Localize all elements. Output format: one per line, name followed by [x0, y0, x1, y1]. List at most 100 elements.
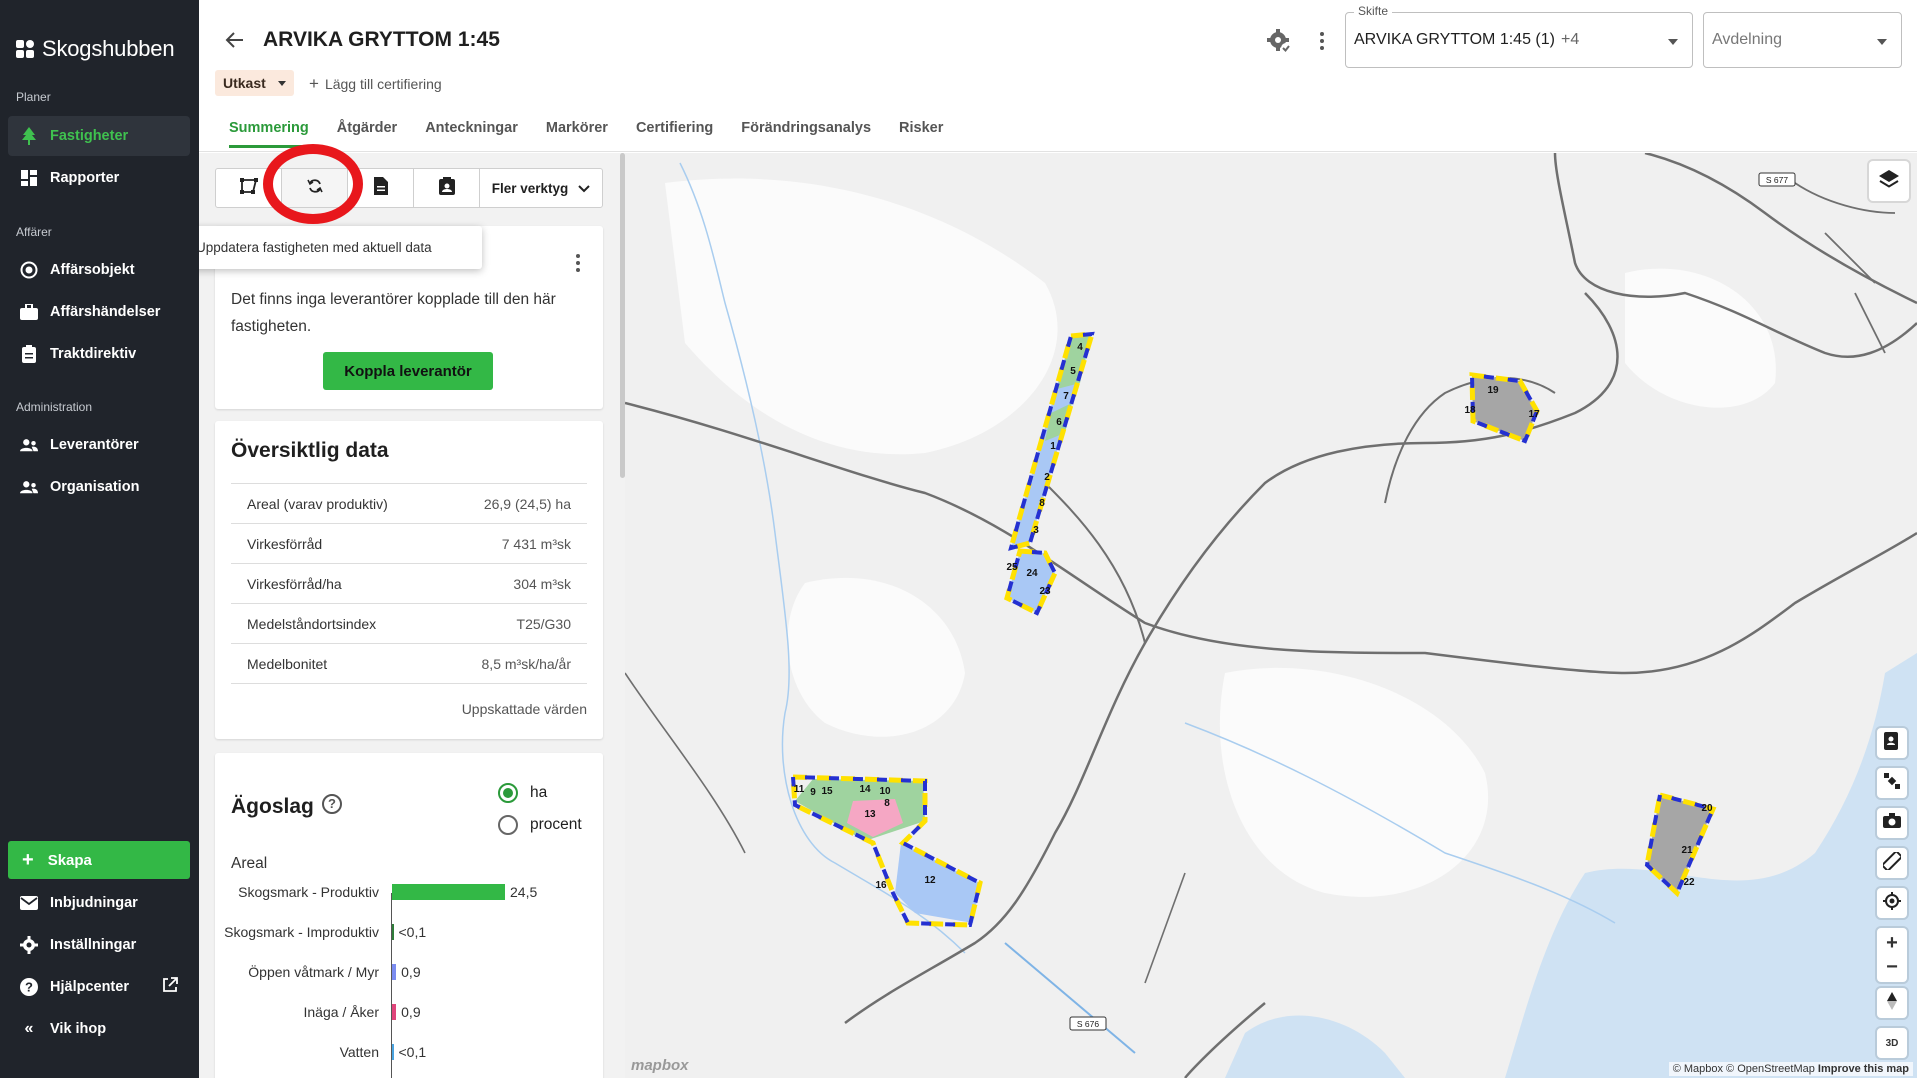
stand-number-label: 25 [1006, 562, 1018, 573]
more-vert-icon[interactable] [575, 254, 581, 272]
help-circle-icon[interactable]: ? [322, 794, 342, 814]
bar-row: Vatten <0,1 [215, 1042, 603, 1062]
stand-number-label: 24 [1026, 568, 1038, 579]
sidebar-item-leverantorer[interactable]: Leverantörer [8, 425, 190, 465]
road-label: S 677 [1766, 175, 1788, 185]
unit-radio-ha[interactable]: ha [498, 783, 547, 803]
sidebar-item-traktdirektiv[interactable]: Traktdirektiv [8, 334, 190, 374]
brand-name: Skogshubben [42, 36, 175, 61]
external-link-icon [162, 977, 178, 997]
plus-icon: + [309, 74, 319, 93]
map-attribution: © Mapbox © OpenStreetMap Improve this ma… [1668, 1062, 1913, 1076]
stand-number-label: 6 [1056, 417, 1062, 428]
map-view[interactable]: S 677 S 676 4 5 7 6 1 2 8 3 25 24 23 19 … [625, 153, 1917, 1078]
camera-icon [1883, 813, 1901, 833]
stand-number-label: 2 [1044, 472, 1050, 483]
sidebar-item-installningar[interactable]: Inställningar [8, 925, 190, 965]
sidebar-item-label: Inställningar [50, 937, 137, 953]
map-screenshot-button[interactable] [1877, 808, 1907, 838]
row-label: Areal (varav produktiv) [247, 495, 388, 512]
plus-icon: + [22, 849, 34, 871]
tab-atgarder[interactable]: Åtgärder [323, 114, 411, 148]
tab-summering[interactable]: Summering [215, 114, 323, 148]
road-label: S 676 [1077, 1019, 1099, 1029]
gear-icon [20, 936, 38, 954]
zoom-in-button[interactable]: + [1886, 932, 1898, 954]
section-label-affarer: Affärer [16, 225, 52, 239]
connect-supplier-button[interactable]: Koppla leverantör [323, 352, 493, 390]
brand[interactable]: Skogshubben [16, 34, 175, 64]
table-row: Medelbonitet 8,5 m³sk/ha/år [231, 644, 587, 684]
map-compass-button[interactable] [1877, 988, 1907, 1018]
row-label: Virkesförråd [247, 535, 323, 552]
bar-row: Skogsmark - Improduktiv <0,1 [215, 922, 603, 942]
sidebar-item-inbjudningar[interactable]: Inbjudningar [8, 883, 190, 923]
tab-markorer[interactable]: Markörer [532, 114, 622, 148]
map-locate-button[interactable] [1877, 888, 1907, 918]
sidebar-item-rapporter[interactable]: Rapporter [8, 158, 190, 198]
table-row: Virkesförråd/ha 304 m³sk [231, 564, 587, 604]
create-button[interactable]: + Skapa [8, 841, 190, 879]
stand-number-label: 22 [1683, 877, 1695, 888]
section-label-administration: Administration [16, 400, 93, 414]
improve-map-link[interactable]: Improve this map [1818, 1063, 1909, 1075]
map-contacts-button[interactable] [1877, 728, 1907, 758]
sidebar-item-organisation[interactable]: Organisation [8, 467, 190, 507]
layers-icon [1878, 168, 1900, 195]
bar [392, 1044, 394, 1060]
map-measure-button[interactable] [1877, 848, 1907, 878]
dashboard-icon [20, 169, 38, 187]
attribution-text[interactable]: © Mapbox © OpenStreetMap [1673, 1063, 1815, 1075]
page-header: ARVIKA GRYTTOM 1:45 Utkast + Lägg till c… [199, 0, 1917, 152]
bar-category-label: Inäga / Åker [303, 1004, 380, 1020]
skifte-select[interactable]: Skifte ARVIKA GRYTTOM 1:45 (1) +4 [1345, 4, 1693, 68]
table-row: Areal (varav produktiv) 26,9 (24,5) ha [231, 484, 587, 524]
stand-number-label: 1 [1050, 441, 1056, 452]
avdelning-select[interactable]: Avdelning [1703, 12, 1902, 68]
map-3d-button[interactable]: 3D [1877, 1028, 1907, 1058]
sidebar-item-collapse[interactable]: « Vik ihop [8, 1009, 190, 1049]
bar-category-label: Öppen våtmark / Myr [248, 964, 379, 980]
caret-down-icon [1877, 39, 1887, 45]
unit-radio-procent[interactable]: procent [498, 815, 582, 835]
tab-risker[interactable]: Risker [885, 114, 957, 148]
contact-card-button[interactable] [414, 169, 480, 207]
add-certification-button[interactable]: + Lägg till certifiering [309, 74, 442, 94]
back-arrow-icon[interactable] [223, 28, 247, 52]
zoom-out-button[interactable]: − [1886, 956, 1898, 978]
layers-button[interactable] [1869, 161, 1909, 201]
target-icon [20, 261, 38, 279]
sidebar-item-hjalpcenter[interactable]: ? Hjälpcenter [8, 967, 190, 1007]
more-vert-icon[interactable] [1309, 28, 1335, 54]
mapbox-logo[interactable]: mapbox [631, 1057, 689, 1074]
tab-certifiering[interactable]: Certifiering [622, 114, 727, 148]
status-dropdown[interactable]: Utkast [215, 70, 294, 96]
row-label: Medelbonitet [247, 655, 328, 672]
stand-number-label: 21 [1681, 845, 1693, 856]
stand-number-label: 9 [810, 787, 816, 798]
sidebar-item-label: Hjälpcenter [50, 979, 129, 995]
bar-row: Inäga / Åker 0,9 [215, 1002, 603, 1022]
tab-anteckningar[interactable]: Anteckningar [411, 114, 532, 148]
stand-number-label: 10 [879, 786, 891, 797]
sidebar-item-label: Affärsobjekt [50, 262, 135, 278]
bar [392, 1004, 397, 1020]
briefcase-icon [20, 303, 38, 321]
chevron-down-icon [578, 181, 590, 196]
create-button-label: Skapa [47, 851, 92, 869]
sidebar-item-fastigheter[interactable]: Fastigheter [8, 116, 190, 156]
tab-forandringsanalys[interactable]: Förändringsanalys [727, 114, 885, 148]
map-satellite-button[interactable] [1877, 768, 1907, 798]
sidebar-item-label: Affärshändelser [50, 304, 161, 320]
stand-number-label: 14 [859, 784, 871, 795]
row-label: Virkesförråd/ha [247, 575, 342, 592]
sidebar-item-affarshandelser[interactable]: Affärshändelser [8, 292, 190, 332]
settings-gear-icon[interactable] [1266, 28, 1292, 54]
bar-value-label: 0,9 [401, 964, 421, 980]
skifte-value: ARVIKA GRYTTOM 1:45 (1) [1354, 31, 1555, 48]
sidebar-item-affarsobjekt[interactable]: Affärsobjekt [8, 250, 190, 290]
stand-number-label: 15 [821, 786, 833, 797]
stand-number-label: 8 [884, 798, 890, 809]
more-tools-label: Fler verktyg [491, 180, 569, 196]
more-tools-button[interactable]: Fler verktyg [480, 169, 602, 207]
